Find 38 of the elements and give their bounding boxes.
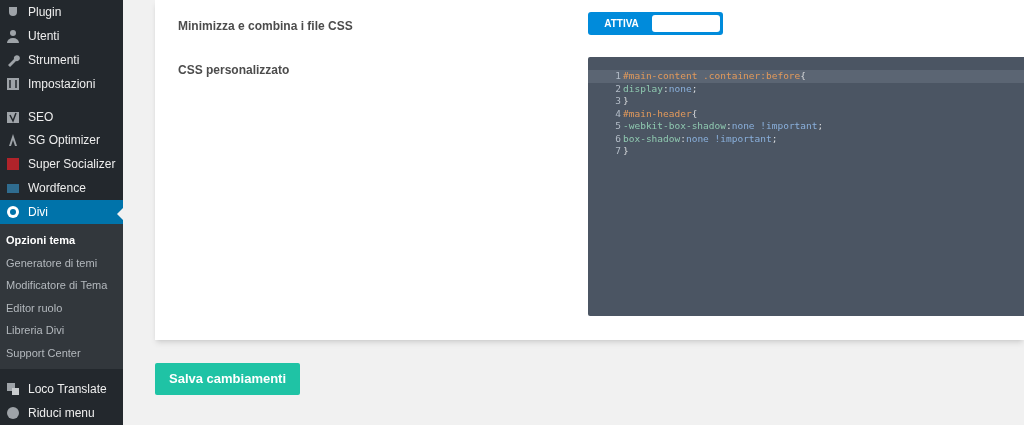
code-line: display:none; <box>623 81 698 96</box>
sidebar-item[interactable]: Loco Translate <box>0 377 123 402</box>
sidebar-item[interactable]: Plugin <box>0 0 123 24</box>
code-line: -webkit-box-shadow:none !important; <box>623 119 824 134</box>
submenu-item[interactable]: Modificatore di Tema <box>0 274 123 297</box>
code-line: #main-header{ <box>623 106 698 121</box>
sidebar-item[interactable]: Wordfence <box>0 176 123 201</box>
line-number: 2 <box>614 81 622 96</box>
submenu-item[interactable]: Opzioni tema <box>0 229 123 252</box>
sidebar-item[interactable]: Divi <box>0 200 123 225</box>
sidebar-item[interactable]: SG Optimizer <box>0 128 123 153</box>
submenu-item[interactable]: Libreria Divi <box>0 319 123 342</box>
line-number: 7 <box>614 144 622 159</box>
line-number: 5 <box>614 119 622 134</box>
submenu-item[interactable]: Generatore di temi <box>0 251 123 275</box>
user-icon <box>6 28 20 43</box>
setting-label: Minimizza e combina i file CSS <box>177 18 354 35</box>
code-line: box-shadow:none !important; <box>623 131 778 146</box>
code-line: } <box>623 144 629 159</box>
code-line: } <box>623 94 629 109</box>
sidebar-item[interactable]: Riduci menu <box>0 401 123 425</box>
sidebar-item[interactable]: Strumenti <box>0 47 123 72</box>
sidebar-item[interactable]: SEO <box>0 104 123 129</box>
submenu-item[interactable]: Editor ruolo <box>0 296 123 320</box>
square-icon <box>6 157 20 172</box>
submenu-item[interactable]: Support Center <box>0 341 123 365</box>
sidebar-item[interactable]: Utenti <box>0 23 123 48</box>
line-number: 3 <box>614 94 622 109</box>
wrench-icon <box>6 52 20 67</box>
code-line: #main-content .container:before{ <box>623 69 807 84</box>
line-number: 1 <box>614 69 622 84</box>
sidebar-item[interactable]: Super Socializer <box>0 152 123 177</box>
setting-label: CSS personalizzato <box>177 62 291 79</box>
line-number: 6 <box>614 131 622 146</box>
code-editor[interactable]: 1 #main-content .container:before{ 2 display:none; 3 } 4 #main-header{ 5 -webkit-box-shadow:none !important; 6 box-shadow:none !important; 7 } <box>588 57 1024 316</box>
toggle-switch[interactable]: ATTIVA <box>588 12 723 35</box>
line-number: 4 <box>614 106 622 121</box>
sidebar-item[interactable]: Impostazioni <box>0 71 123 96</box>
